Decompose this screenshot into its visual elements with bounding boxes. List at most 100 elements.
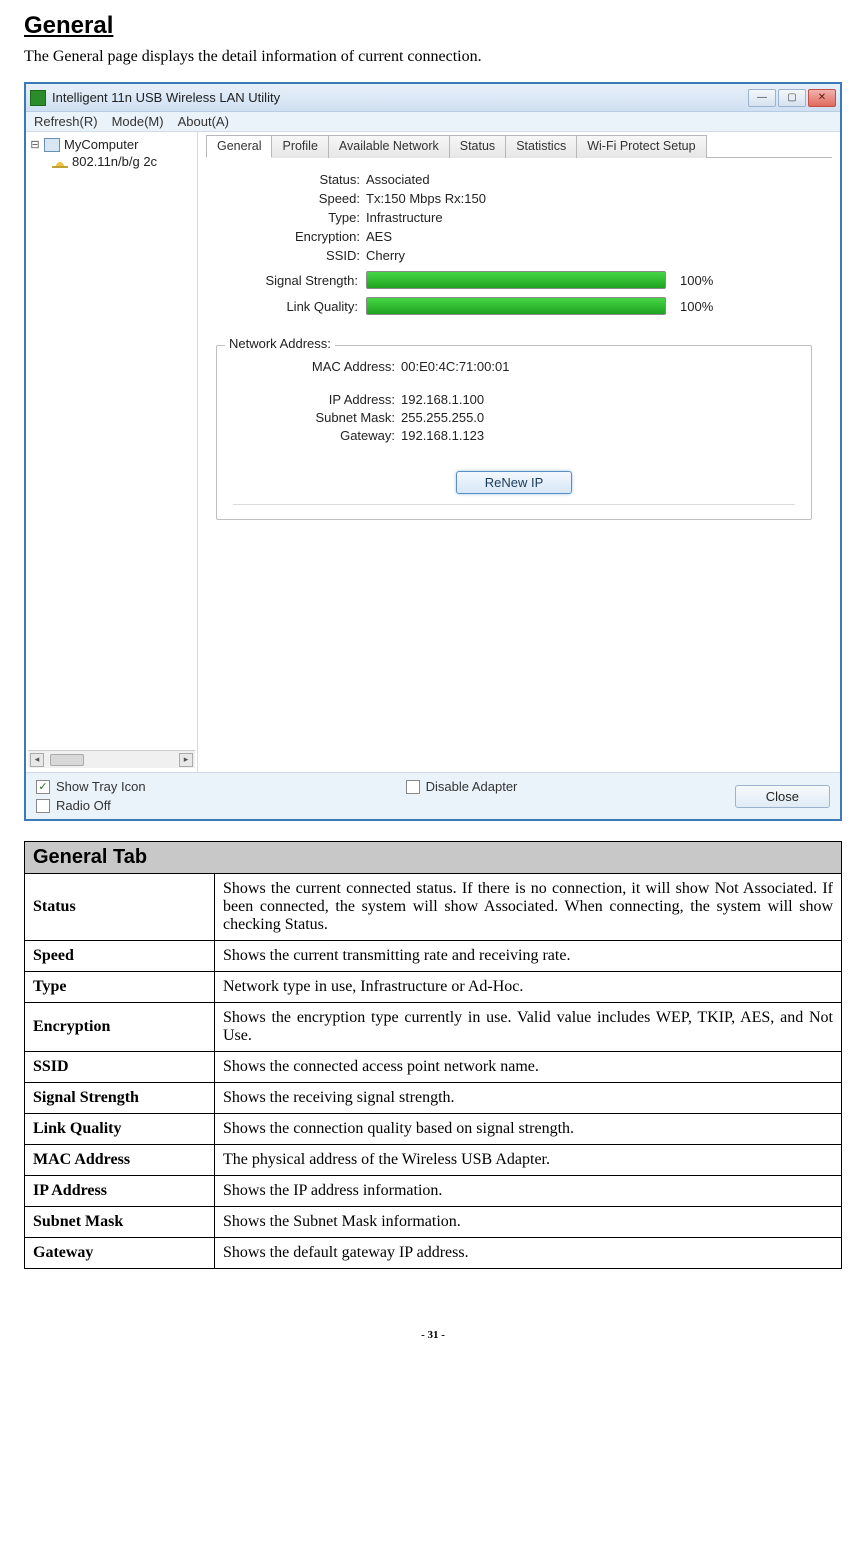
table-row: StatusShows the current connected status… bbox=[25, 874, 842, 941]
close-button[interactable]: Close bbox=[735, 785, 830, 808]
table-row: TypeNetwork type in use, Infrastructure … bbox=[25, 972, 842, 1003]
main-pane: General Profile Available Network Status… bbox=[198, 132, 840, 772]
tab-body-general: Status: Associated Speed: Tx:150 Mbps Rx… bbox=[206, 158, 832, 764]
menu-refresh[interactable]: Refresh(R) bbox=[34, 114, 98, 129]
table-definition: The physical address of the Wireless USB… bbox=[215, 1145, 842, 1176]
gateway-label: Gateway: bbox=[233, 428, 401, 443]
mac-address-label: MAC Address: bbox=[233, 359, 401, 374]
table-row: SpeedShows the current transmitting rate… bbox=[25, 941, 842, 972]
speed-label: Speed: bbox=[216, 191, 366, 206]
table-term: Gateway bbox=[25, 1238, 215, 1269]
general-tab-description-table: General Tab StatusShows the current conn… bbox=[24, 841, 842, 1269]
tree-pane: ⊟ MyComputer 802.11n/b/g 2c ◂ ▸ bbox=[26, 132, 198, 772]
table-term: Status bbox=[25, 874, 215, 941]
disable-adapter-checkbox[interactable] bbox=[406, 780, 420, 794]
table-definition: Network type in use, Infrastructure or A… bbox=[215, 972, 842, 1003]
tab-wps[interactable]: Wi-Fi Protect Setup bbox=[576, 135, 706, 158]
table-term: Speed bbox=[25, 941, 215, 972]
menu-mode[interactable]: Mode(M) bbox=[112, 114, 164, 129]
table-term: MAC Address bbox=[25, 1145, 215, 1176]
tab-bar: General Profile Available Network Status… bbox=[206, 134, 832, 158]
tree-root-label: MyComputer bbox=[64, 137, 138, 152]
disable-adapter-label: Disable Adapter bbox=[426, 779, 518, 794]
ip-address-value: 192.168.1.100 bbox=[401, 392, 484, 407]
link-quality-percent: 100% bbox=[680, 299, 713, 314]
table-row: Signal StrengthShows the receiving signa… bbox=[25, 1083, 842, 1114]
tab-available-network[interactable]: Available Network bbox=[328, 135, 450, 158]
encryption-label: Encryption: bbox=[216, 229, 366, 244]
network-address-fieldset: Network Address: MAC Address: 00:E0:4C:7… bbox=[216, 345, 812, 520]
table-definition: Shows the connection quality based on si… bbox=[215, 1114, 842, 1145]
tree-horizontal-scrollbar[interactable]: ◂ ▸ bbox=[28, 750, 195, 768]
subnet-mask-value: 255.255.255.0 bbox=[401, 410, 484, 425]
bottom-bar: ✓ Show Tray Icon Radio Off Disable Adapt… bbox=[26, 772, 840, 819]
link-quality-label: Link Quality: bbox=[216, 299, 366, 314]
titlebar: Intelligent 11n USB Wireless LAN Utility… bbox=[26, 84, 840, 112]
table-term: Link Quality bbox=[25, 1114, 215, 1145]
network-address-legend: Network Address: bbox=[225, 336, 335, 351]
ip-address-label: IP Address: bbox=[233, 392, 401, 407]
status-value: Associated bbox=[366, 172, 812, 187]
table-definition: Shows the encryption type currently in u… bbox=[215, 1003, 842, 1052]
signal-strength-percent: 100% bbox=[680, 273, 713, 288]
show-tray-icon-checkbox[interactable]: ✓ bbox=[36, 780, 50, 794]
table-row: IP AddressShows the IP address informati… bbox=[25, 1176, 842, 1207]
type-label: Type: bbox=[216, 210, 366, 225]
scroll-thumb[interactable] bbox=[50, 754, 84, 766]
table-header: General Tab bbox=[25, 842, 842, 874]
table-term: SSID bbox=[25, 1052, 215, 1083]
section-heading: General bbox=[24, 12, 842, 40]
table-row: GatewayShows the default gateway IP addr… bbox=[25, 1238, 842, 1269]
gateway-value: 192.168.1.123 bbox=[401, 428, 484, 443]
page-number: - 31 - bbox=[24, 1329, 842, 1341]
table-definition: Shows the receiving signal strength. bbox=[215, 1083, 842, 1114]
minimize-button[interactable]: — bbox=[748, 89, 776, 107]
show-tray-icon-label: Show Tray Icon bbox=[56, 779, 146, 794]
status-label: Status: bbox=[216, 172, 366, 187]
subnet-mask-label: Subnet Mask: bbox=[233, 410, 401, 425]
table-term: Subnet Mask bbox=[25, 1207, 215, 1238]
table-definition: Shows the Subnet Mask information. bbox=[215, 1207, 842, 1238]
app-window: Intelligent 11n USB Wireless LAN Utility… bbox=[24, 82, 842, 821]
table-definition: Shows the current transmitting rate and … bbox=[215, 941, 842, 972]
table-definition: Shows the default gateway IP address. bbox=[215, 1238, 842, 1269]
content-area: ⊟ MyComputer 802.11n/b/g 2c ◂ ▸ General … bbox=[26, 132, 840, 772]
table-definition: Shows the connected access point network… bbox=[215, 1052, 842, 1083]
table-definition: Shows the current connected status. If t… bbox=[215, 874, 842, 941]
speed-value: Tx:150 Mbps Rx:150 bbox=[366, 191, 812, 206]
tree-child[interactable]: 802.11n/b/g 2c bbox=[50, 153, 195, 170]
table-term: Signal Strength bbox=[25, 1083, 215, 1114]
scroll-left-arrow-icon[interactable]: ◂ bbox=[30, 753, 44, 767]
scroll-right-arrow-icon[interactable]: ▸ bbox=[179, 753, 193, 767]
window-title: Intelligent 11n USB Wireless LAN Utility bbox=[52, 90, 748, 105]
radio-off-label: Radio Off bbox=[56, 798, 111, 813]
tree-child-label: 802.11n/b/g 2c bbox=[72, 154, 157, 169]
tab-statistics[interactable]: Statistics bbox=[505, 135, 577, 158]
table-term: Type bbox=[25, 972, 215, 1003]
tab-profile[interactable]: Profile bbox=[271, 135, 328, 158]
signal-strength-label: Signal Strength: bbox=[216, 273, 366, 288]
table-definition: Shows the IP address information. bbox=[215, 1176, 842, 1207]
signal-strength-bar bbox=[366, 271, 666, 289]
maximize-button[interactable]: ▢ bbox=[778, 89, 806, 107]
type-value: Infrastructure bbox=[366, 210, 812, 225]
encryption-value: AES bbox=[366, 229, 812, 244]
mac-address-value: 00:E0:4C:71:00:01 bbox=[401, 359, 509, 374]
tab-status[interactable]: Status bbox=[449, 135, 506, 158]
tree-root[interactable]: ⊟ MyComputer bbox=[28, 136, 195, 153]
app-icon bbox=[30, 90, 46, 106]
menubar: Refresh(R) Mode(M) About(A) bbox=[26, 112, 840, 132]
renew-ip-button[interactable]: ReNew IP bbox=[456, 471, 573, 494]
table-row: Subnet MaskShows the Subnet Mask informa… bbox=[25, 1207, 842, 1238]
radio-off-checkbox[interactable] bbox=[36, 799, 50, 813]
tree-toggle-icon[interactable]: ⊟ bbox=[30, 138, 40, 151]
menu-about[interactable]: About(A) bbox=[178, 114, 229, 129]
table-row: SSIDShows the connected access point net… bbox=[25, 1052, 842, 1083]
table-term: IP Address bbox=[25, 1176, 215, 1207]
close-window-button[interactable]: ✕ bbox=[808, 89, 836, 107]
tab-general[interactable]: General bbox=[206, 135, 272, 158]
table-term: Encryption bbox=[25, 1003, 215, 1052]
wifi-adapter-icon bbox=[52, 156, 68, 168]
link-quality-bar bbox=[366, 297, 666, 315]
table-row: EncryptionShows the encryption type curr… bbox=[25, 1003, 842, 1052]
